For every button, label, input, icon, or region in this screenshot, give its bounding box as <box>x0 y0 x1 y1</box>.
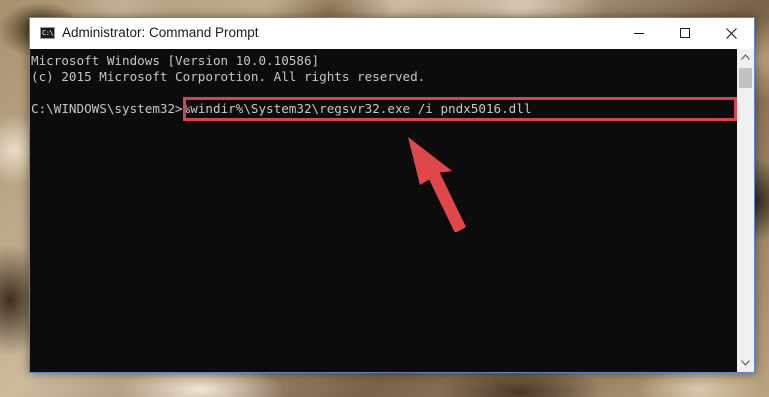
console-line-copyright: (c) 2015 Microsoft Corporotion. All righ… <box>31 69 426 84</box>
command-prompt-icon[interactable]: C:\. <box>40 27 57 39</box>
command-prompt-window: C:\. Administrator: Command Prompt Micro… <box>29 17 755 373</box>
console-area[interactable]: Microsoft Windows [Version 10.0.10586] (… <box>30 49 737 372</box>
pointer-arrow-icon <box>408 137 466 232</box>
scrollbar-thumb[interactable] <box>739 68 752 88</box>
close-icon <box>726 28 737 39</box>
scroll-up-icon <box>741 54 750 60</box>
maximize-icon <box>680 28 690 38</box>
window-title: Administrator: Command Prompt <box>62 25 259 40</box>
app-icon-text: C:\. <box>42 29 57 37</box>
console-prompt: C:\WINDOWS\system32> <box>31 101 183 116</box>
scroll-up-button[interactable] <box>737 49 754 66</box>
title-bar[interactable]: C:\. Administrator: Command Prompt <box>30 18 754 49</box>
vertical-scrollbar[interactable] <box>737 49 754 372</box>
close-button[interactable] <box>708 18 754 49</box>
minimize-icon <box>634 33 644 34</box>
maximize-button[interactable] <box>662 18 708 49</box>
scroll-down-button[interactable] <box>737 355 754 372</box>
command-highlight-box <box>183 97 737 121</box>
scroll-down-icon <box>741 360 750 366</box>
minimize-button[interactable] <box>616 18 662 49</box>
console-line-version: Microsoft Windows [Version 10.0.10586] <box>31 53 320 68</box>
